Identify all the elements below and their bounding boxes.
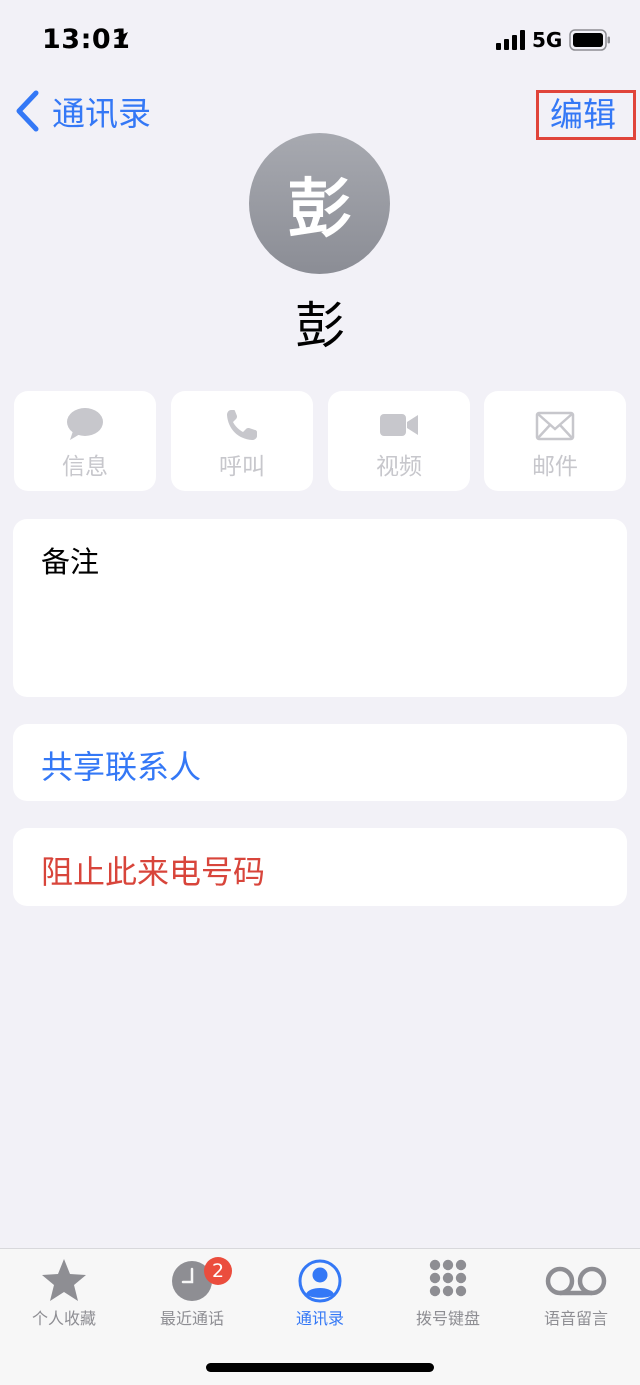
tab-keypad-label: 拨号键盘	[415, 1309, 480, 1328]
tab-recents[interactable]: 2 最近通话	[128, 1249, 256, 1339]
video-button-label: 视频	[376, 454, 422, 480]
voicemail-icon	[545, 1266, 607, 1296]
status-bar: 13:01 5G	[0, 0, 640, 80]
share-contact-label: 共享联系人	[41, 748, 202, 786]
tab-favorites[interactable]: 个人收藏	[0, 1249, 128, 1339]
battery-icon	[569, 29, 610, 51]
edit-button[interactable]: 编辑	[536, 90, 636, 140]
call-button-label: 呼叫	[219, 454, 265, 480]
contact-name: 彭	[295, 297, 345, 355]
tab-voicemail[interactable]: 语音留言	[512, 1249, 640, 1339]
block-caller-button[interactable]: 阻止此来电号码	[13, 828, 627, 906]
tab-favorites-label: 个人收藏	[31, 1309, 96, 1328]
mail-icon	[535, 411, 575, 441]
tab-recents-label: 最近通话	[159, 1309, 224, 1328]
video-icon	[380, 414, 418, 436]
tab-keypad[interactable]: 拨号键盘	[384, 1249, 512, 1339]
avatar: 彭	[249, 133, 390, 274]
message-button-label: 信息	[62, 454, 108, 480]
avatar-initial: 彭	[287, 172, 352, 247]
back-button[interactable]: 通讯录	[14, 86, 151, 136]
phone-icon	[227, 410, 257, 440]
network-type: 5G	[532, 28, 563, 52]
mail-button[interactable]: 邮件	[484, 391, 626, 491]
block-caller-label: 阻止此来电号码	[41, 853, 266, 891]
notes-label: 备注	[41, 545, 100, 579]
cellular-signal-icon	[496, 30, 525, 50]
video-button[interactable]: 视频	[328, 391, 470, 491]
location-arrow-icon	[114, 32, 128, 46]
edit-button-label: 编辑	[550, 95, 616, 134]
recents-badge: 2	[204, 1257, 232, 1285]
call-button[interactable]: 呼叫	[171, 391, 313, 491]
notes-field[interactable]: 备注	[13, 519, 627, 697]
chevron-left-icon	[16, 90, 39, 132]
person-circle-icon	[298, 1259, 342, 1303]
star-icon	[42, 1259, 86, 1301]
tab-contacts[interactable]: 通讯录	[256, 1249, 384, 1339]
tab-contacts-label: 通讯录	[295, 1309, 344, 1328]
mail-button-label: 邮件	[532, 454, 578, 480]
contact-detail-screen: 13:01 5G 通讯录 编辑 彭 彭 信息 呼叫 视频 邮件 备注 共享联系人…	[0, 0, 640, 1385]
quick-actions: 信息 呼叫 视频 邮件	[14, 391, 626, 491]
message-button[interactable]: 信息	[14, 391, 156, 491]
message-icon	[67, 408, 103, 440]
home-indicator[interactable]	[206, 1363, 434, 1372]
share-contact-button[interactable]: 共享联系人	[13, 724, 627, 801]
keypad-icon	[429, 1259, 467, 1297]
tab-voicemail-label: 语音留言	[543, 1309, 608, 1328]
back-button-label: 通讯录	[52, 94, 151, 133]
